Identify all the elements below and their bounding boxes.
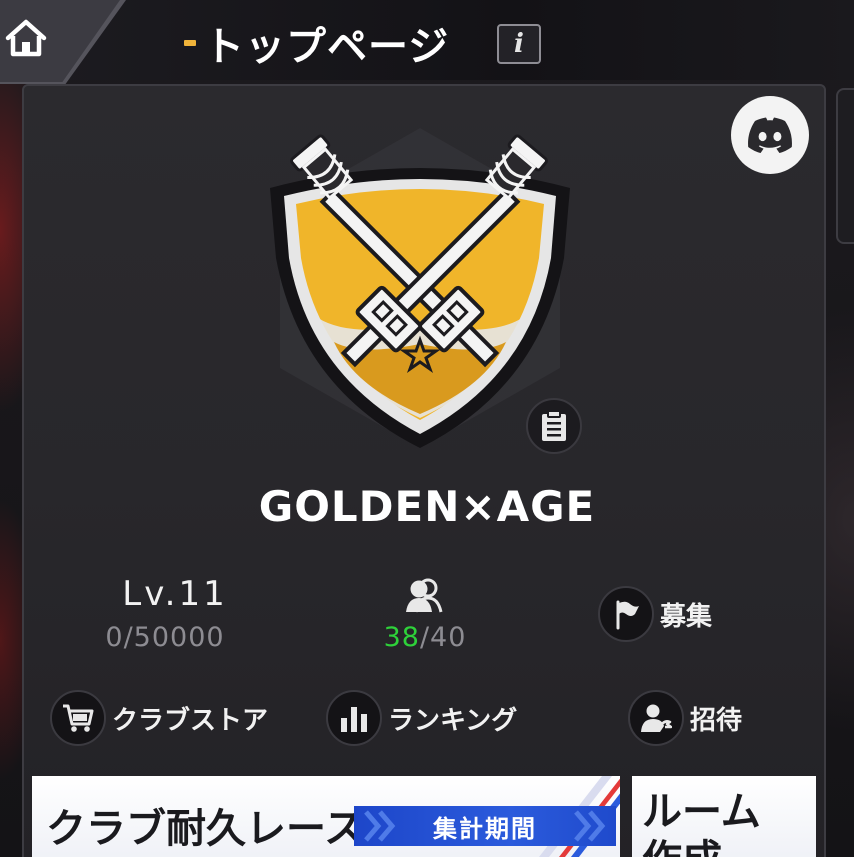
title-accent (184, 40, 196, 46)
club-level: Lv.11 (122, 574, 228, 614)
recruit-button[interactable]: 募集 (598, 586, 712, 642)
create-room-label: ルーム 作成 (642, 788, 761, 857)
side-panel-edge (836, 88, 854, 244)
club-race-banner[interactable]: クラブ耐久レース 集計期間 (32, 776, 620, 857)
club-exp: 0/50000 (105, 622, 225, 653)
recruit-label: 募集 (660, 601, 713, 632)
info-button[interactable]: i (497, 24, 541, 64)
discord-button[interactable] (731, 96, 809, 174)
ranking-label: ランキング (388, 705, 518, 736)
period-badge: 集計期間 (354, 806, 616, 846)
page-title: トップページ (204, 24, 450, 70)
club-store-button[interactable]: クラブストア (50, 690, 268, 746)
club-name: GOLDEN×AGE (258, 482, 596, 531)
members-icon (406, 578, 443, 613)
home-icon[interactable] (4, 16, 48, 60)
create-room-label-line1: ルーム (642, 789, 761, 835)
chevron-right-icon (574, 810, 606, 842)
invite-button[interactable]: 招待 (628, 690, 742, 746)
period-label: 集計期間 (433, 814, 537, 843)
member-count-separator: / (419, 622, 431, 653)
club-store-label: クラブストア (112, 705, 269, 736)
create-room-button[interactable]: ルーム 作成 (632, 776, 816, 857)
club-info-button[interactable] (526, 398, 582, 454)
member-count-max: 40 (430, 622, 467, 653)
ranking-button[interactable]: ランキング (326, 690, 517, 746)
top-header: トップページ i (0, 0, 854, 84)
bar-chart-icon (326, 690, 382, 746)
clipboard-icon (542, 410, 566, 441)
add-user-icon (628, 690, 684, 746)
create-room-label-line2: 作成 (642, 836, 761, 857)
cart-icon (50, 690, 106, 746)
invite-label: 招待 (690, 705, 743, 736)
member-count: 38/40 (340, 622, 510, 653)
race-title: クラブ耐久レース (46, 806, 364, 852)
chevron-right-icon (364, 810, 396, 842)
discord-icon (748, 117, 792, 153)
member-count-current: 38 (383, 622, 420, 653)
flag-icon (598, 586, 654, 642)
